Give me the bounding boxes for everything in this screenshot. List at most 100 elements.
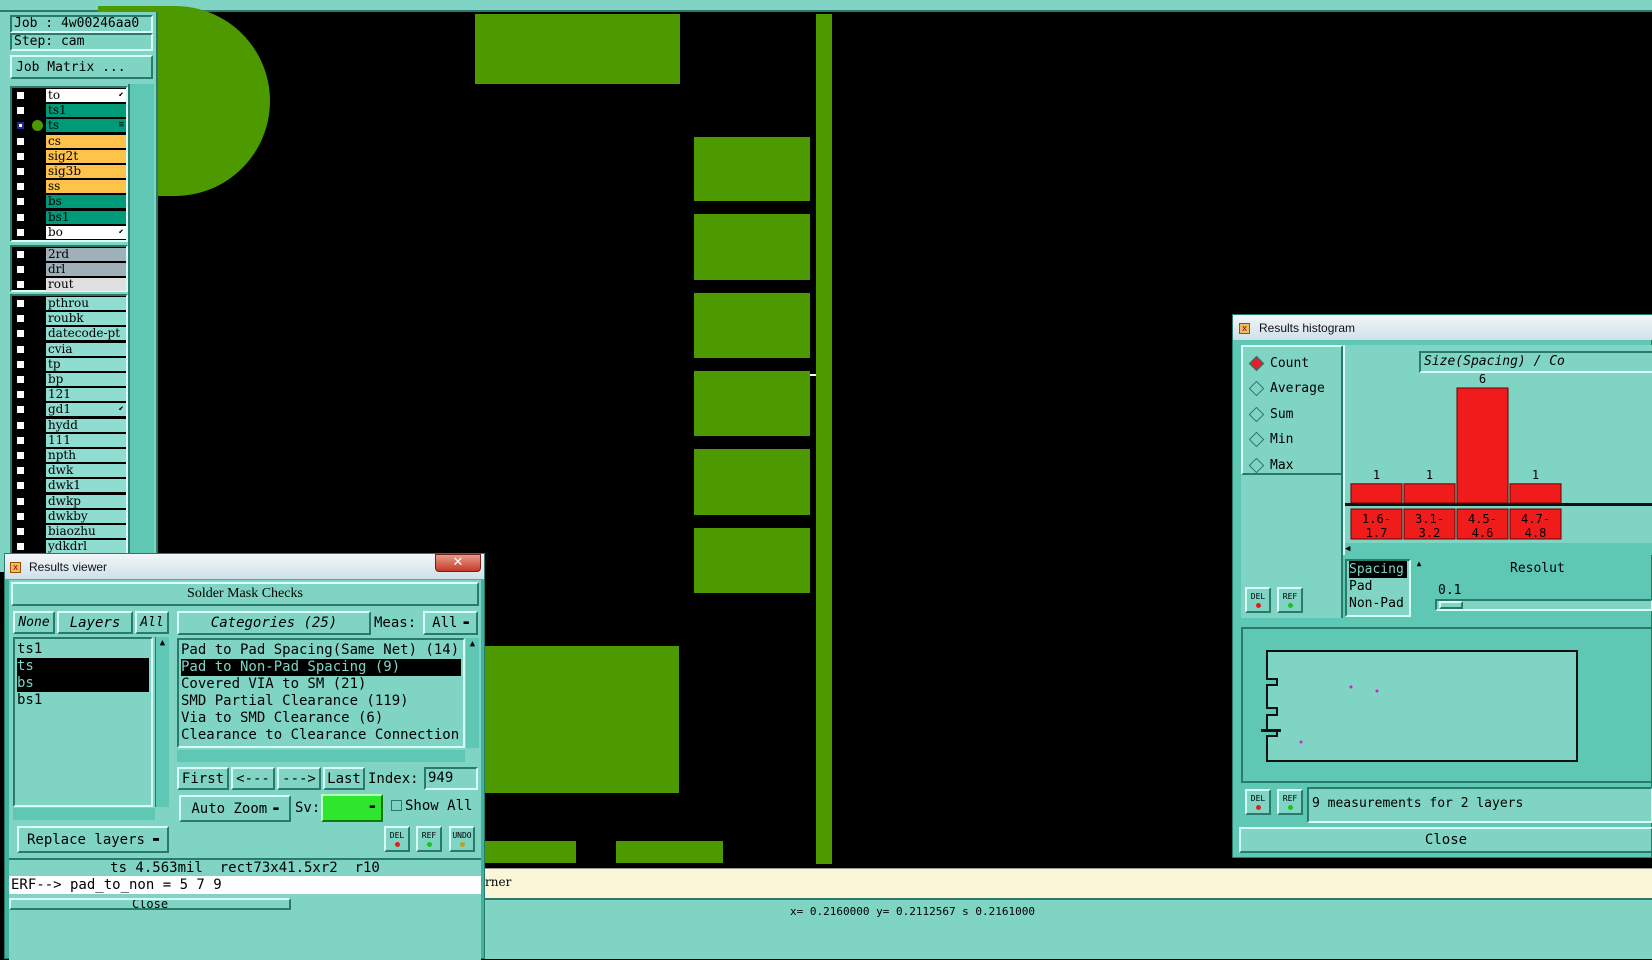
resolution-slider[interactable]: [1435, 599, 1652, 611]
layer-row-bs[interactable]: bs: [12, 195, 130, 209]
none-button[interactable]: None: [13, 611, 55, 634]
results-viewer-titlebar[interactable]: x Results viewer ✕: [5, 554, 484, 579]
layer-checkbox[interactable]: [16, 511, 25, 521]
layer-checkbox[interactable]: [16, 227, 25, 237]
layer-row-pthrou[interactable]: pthrou: [12, 297, 130, 311]
layer-checkbox[interactable]: [16, 329, 25, 339]
layer-checkbox[interactable]: [16, 265, 25, 275]
layer-row-sig3b[interactable]: sig3b: [12, 165, 130, 179]
layer-row-gd1[interactable]: gd1 ⬋: [12, 403, 130, 417]
type-item[interactable]: Spacing: [1349, 561, 1407, 578]
layer-row-hydd[interactable]: hydd: [12, 418, 130, 433]
result-layer-item[interactable]: bs: [17, 675, 149, 692]
layer-result-list[interactable]: ts1 ts bs bs1: [13, 637, 153, 807]
layer-row-rout[interactable]: rout: [12, 278, 130, 292]
metric-radio-min[interactable]: Min: [1248, 430, 1293, 450]
replace-layers-dropdown[interactable]: Replace layers ▬: [17, 826, 169, 853]
layer-scrollbar[interactable]: [128, 84, 154, 574]
layer-checkbox[interactable]: [16, 466, 25, 476]
auto-zoom-dropdown[interactable]: Auto Zoom ▬: [179, 795, 291, 822]
prev-button[interactable]: <---: [231, 767, 275, 790]
layer-checkbox[interactable]: [16, 106, 25, 116]
type-list[interactable]: Spacing Pad Non-Pad: [1345, 559, 1411, 617]
histogram-ref-button[interactable]: REF: [1277, 587, 1303, 613]
layer-row-dwk1[interactable]: dwk1: [12, 479, 130, 493]
layer-row-dwkp[interactable]: dwkp: [12, 494, 130, 509]
layer-row-cs[interactable]: cs: [12, 134, 130, 149]
next-button[interactable]: --->: [277, 767, 321, 790]
layer-row-dwkby[interactable]: dwkby: [12, 509, 130, 524]
results-viewer-close-button[interactable]: Close: [9, 898, 291, 910]
layer-checkbox[interactable]: [16, 481, 25, 491]
last-button[interactable]: Last: [323, 767, 365, 790]
layer-checkbox[interactable]: [16, 151, 25, 161]
layer-checkbox[interactable]: [16, 542, 25, 552]
layer-row-drl[interactable]: drl: [12, 263, 130, 277]
layer-checkbox[interactable]: [16, 359, 25, 369]
layer-checkbox[interactable]: [16, 420, 25, 430]
layer-row-bs1[interactable]: bs1: [12, 210, 130, 225]
layer-row-biaozhu[interactable]: biaozhu: [12, 525, 130, 539]
layer-checkbox[interactable]: [16, 390, 25, 400]
layer-row-ts1[interactable]: ts1: [12, 104, 130, 118]
layer-row-roubk[interactable]: roubk: [12, 312, 130, 326]
meas-dropdown[interactable]: All ▬: [423, 611, 478, 635]
layer-checkbox[interactable]: [16, 280, 25, 290]
layer-checkbox[interactable]: [16, 405, 25, 415]
layers-button[interactable]: Layers: [57, 611, 133, 634]
histogram-close-button[interactable]: Close: [1239, 827, 1652, 853]
all-layers-button[interactable]: All: [135, 611, 169, 634]
first-button[interactable]: First: [177, 767, 229, 790]
layer-row-tp[interactable]: tp: [12, 357, 130, 372]
layer-checkbox[interactable]: [16, 197, 25, 207]
layer-checkbox[interactable]: [16, 375, 25, 384]
result-layer-item[interactable]: ts1: [17, 641, 149, 658]
type-item[interactable]: Pad: [1349, 578, 1407, 595]
histogram-bar[interactable]: [1509, 483, 1562, 504]
layer-checkbox[interactable]: [16, 299, 25, 308]
layer-row-121[interactable]: 121: [12, 388, 130, 402]
metric-radio-max[interactable]: Max: [1248, 455, 1293, 475]
type-list-vscroll[interactable]: ▲: [1413, 559, 1425, 617]
layer-row-ss[interactable]: ss: [12, 180, 130, 194]
preview-ref-button[interactable]: REF: [1277, 789, 1303, 815]
result-layer-item[interactable]: ts: [17, 658, 149, 675]
show-all-checkbox[interactable]: [391, 800, 402, 811]
layer-row-to[interactable]: to ⬋: [12, 89, 130, 103]
layer-checkbox[interactable]: [16, 496, 25, 506]
histogram-bar[interactable]: [1456, 387, 1509, 504]
metric-radio-average[interactable]: Average: [1248, 379, 1325, 399]
histogram-titlebar[interactable]: x Results histogram: [1233, 315, 1652, 340]
preview-del-button[interactable]: DEL: [1245, 789, 1271, 815]
layer-checkbox[interactable]: [16, 182, 25, 192]
layer-row-datecode-pt[interactable]: datecode-pt: [12, 327, 130, 341]
layer-row-sig2t[interactable]: sig2t: [12, 149, 130, 164]
categories-button[interactable]: Categories (25): [177, 611, 371, 635]
category-item[interactable]: Pad to Pad Spacing(Same Net) (14): [181, 642, 461, 659]
category-item[interactable]: Covered VIA to SM (21): [181, 676, 461, 693]
category-vscroll[interactable]: ▲: [466, 638, 479, 748]
category-item[interactable]: Pad to Non-Pad Spacing (9): [181, 659, 461, 676]
layer-checkbox[interactable]: [16, 435, 25, 445]
layer-checkbox[interactable]: [16, 451, 25, 460]
layer-list-hscroll[interactable]: [13, 808, 155, 820]
layer-list-vscroll[interactable]: ▲: [155, 637, 169, 807]
ref-button[interactable]: REF: [416, 826, 442, 852]
layer-checkbox[interactable]: [16, 91, 25, 100]
metric-radio-count[interactable]: Count: [1248, 353, 1309, 373]
index-field[interactable]: 949: [424, 767, 478, 790]
category-item[interactable]: Clearance to Clearance Connection: [181, 727, 461, 744]
result-layer-item[interactable]: bs1: [17, 692, 149, 709]
layer-checkbox[interactable]: [16, 121, 25, 131]
layer-checkbox[interactable]: [16, 314, 25, 324]
layer-checkbox[interactable]: [16, 344, 25, 354]
layer-row-dwk[interactable]: dwk: [12, 464, 130, 478]
layer-row-2rd[interactable]: 2rd: [12, 248, 130, 262]
layer-checkbox[interactable]: [16, 250, 25, 259]
slider-handle[interactable]: [1439, 601, 1463, 609]
histogram-del-button[interactable]: DEL: [1245, 587, 1271, 613]
category-item[interactable]: Via to SMD Clearance (6): [181, 710, 461, 727]
sv-color-dropdown[interactable]: ▬: [321, 794, 383, 822]
layer-checkbox[interactable]: [16, 212, 25, 222]
layer-checkbox[interactable]: [16, 527, 25, 536]
